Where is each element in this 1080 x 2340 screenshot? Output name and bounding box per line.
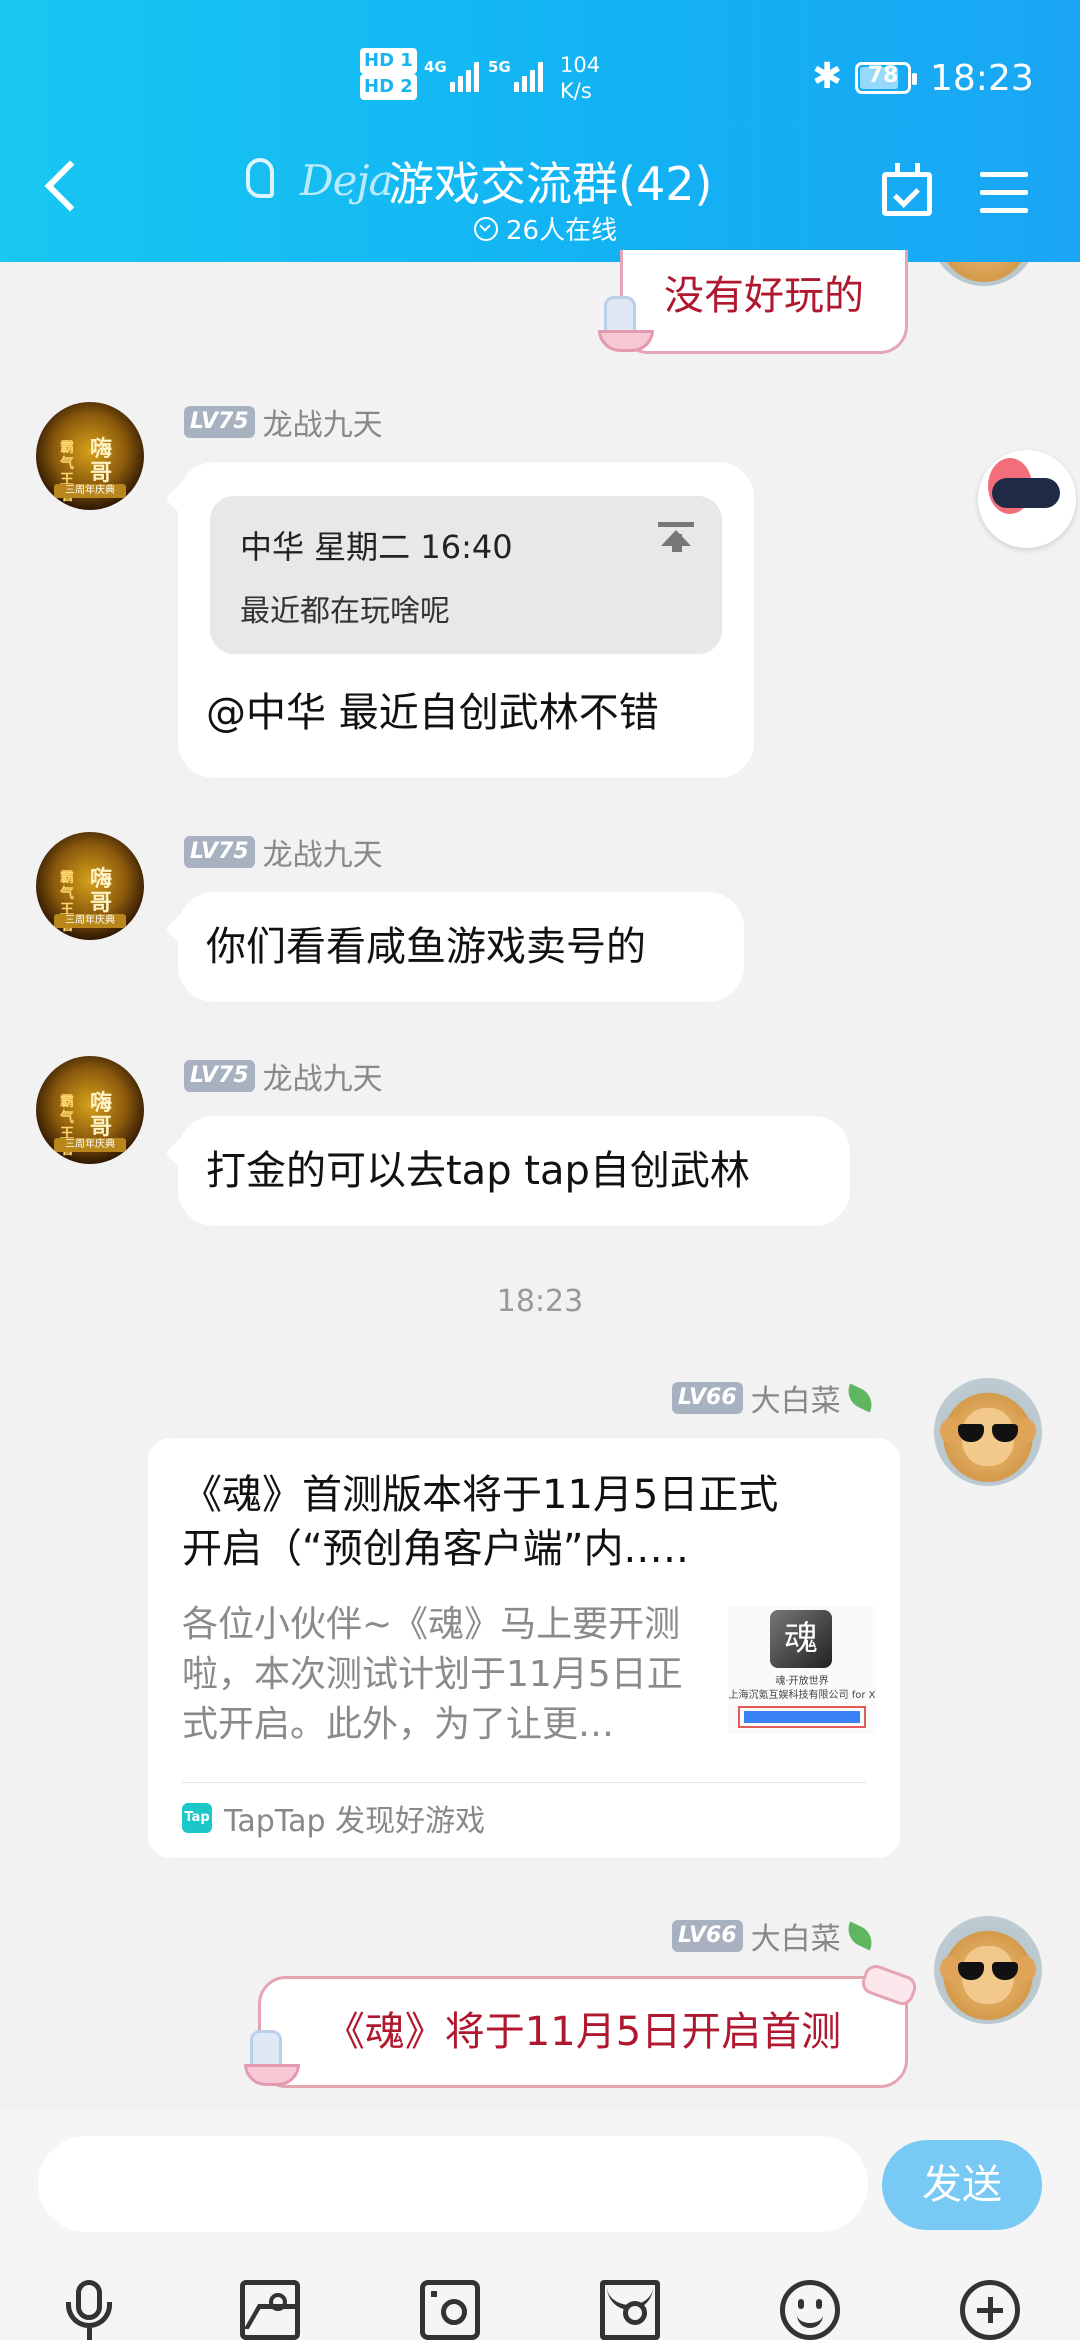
group-title[interactable]: 游戏交流群(42) bbox=[388, 148, 712, 214]
speed-value: 104 bbox=[560, 53, 601, 77]
avatar[interactable]: 霸气王者 嗨哥 三周年庆典 bbox=[36, 402, 144, 510]
network-speed: 104 K/s bbox=[560, 52, 600, 104]
sender-name[interactable]: 大白菜 bbox=[751, 1914, 841, 1958]
status-bar: HD 1 HD 2 4G 5G 104 K/s ✱ 78 18:23 bbox=[0, 0, 1080, 150]
leaf-icon bbox=[842, 1383, 878, 1413]
sticker-message-bubble[interactable]: 没有好玩的 bbox=[620, 250, 908, 354]
group-logo: Deja bbox=[300, 156, 394, 205]
message-text: 打金的可以去tap tap自创武林 bbox=[206, 1148, 750, 1194]
sender-name[interactable]: 大白菜 bbox=[751, 1376, 841, 1420]
net1-label: 4G bbox=[424, 58, 447, 76]
avatar[interactable]: 霸气王者 嗨哥 三周年庆典 bbox=[36, 832, 144, 940]
back-icon[interactable] bbox=[44, 160, 96, 212]
sender-name[interactable]: 龙战九天 bbox=[263, 830, 383, 874]
quoted-message[interactable]: 中华 星期二 16:40 最近都在玩啥呢 bbox=[210, 496, 722, 654]
sticker-decoration-icon bbox=[244, 2026, 300, 2088]
quote-text: 最近都在玩啥呢 bbox=[240, 594, 450, 629]
sender-row: LV66 大白菜 bbox=[672, 1914, 878, 1958]
speed-unit: K/s bbox=[560, 79, 592, 103]
card-source: Tap TapTap 发现好游戏 bbox=[182, 1796, 485, 1840]
level-badge: LV66 bbox=[672, 1382, 743, 1414]
card-title: 《魂》首测版本将于11月5日正式 开启（“预创角客户端”内.…. bbox=[182, 1472, 779, 1572]
sticker-message-bubble[interactable]: 《魂》将于11月5日开启首测 bbox=[258, 1976, 908, 2088]
bluetooth-icon: ✱ bbox=[812, 56, 843, 97]
hd2-label: HD 2 bbox=[360, 74, 417, 100]
quote-header: 中华 星期二 16:40 bbox=[240, 528, 513, 566]
message-text: 《魂》将于11月5日开启首测 bbox=[324, 2009, 842, 2055]
image-icon[interactable] bbox=[240, 2280, 300, 2340]
source-label: TapTap 发现好游戏 bbox=[224, 1804, 486, 1839]
avatar-banner-text: 三周年庆典 bbox=[54, 914, 126, 928]
avatar-banner-text: 三周年庆典 bbox=[54, 1138, 126, 1152]
message-text: 你们看看咸鱼游戏卖号的 bbox=[206, 924, 646, 970]
avatar[interactable]: 霸气王者 嗨哥 三周年庆典 bbox=[36, 1056, 144, 1164]
level-badge: LV75 bbox=[184, 836, 255, 868]
sticker-decoration-icon bbox=[598, 292, 654, 354]
sender-row: LV66 大白菜 bbox=[672, 1376, 878, 1420]
emoji-icon[interactable] bbox=[780, 2280, 840, 2340]
red-packet-icon[interactable] bbox=[600, 2280, 660, 2340]
battery-level: 78 bbox=[867, 63, 899, 88]
avatar[interactable] bbox=[934, 1378, 1042, 1486]
level-badge: LV66 bbox=[672, 1920, 743, 1952]
message-text: @中华 最近自创武林不错 bbox=[206, 690, 659, 736]
avatar-big-text: 嗨哥 bbox=[89, 437, 112, 486]
signal-4g-icon: 4G bbox=[424, 58, 482, 92]
avatar-big-text: 嗨哥 bbox=[89, 1091, 112, 1140]
hd-indicators: HD 1 HD 2 bbox=[360, 48, 421, 100]
game-logo: 魂 bbox=[770, 1610, 832, 1668]
camera-icon[interactable] bbox=[420, 2280, 480, 2340]
view-in-taptap-button bbox=[738, 1706, 866, 1728]
online-count-label: 26人在线 bbox=[506, 216, 618, 246]
taptap-icon: Tap bbox=[182, 1803, 212, 1833]
leaf-icon bbox=[842, 1921, 878, 1951]
sender-name[interactable]: 龙战九天 bbox=[263, 1054, 383, 1098]
message-input[interactable] bbox=[38, 2136, 868, 2232]
avatar-banner-text: 三周年庆典 bbox=[54, 484, 126, 498]
send-button[interactable]: 发送 bbox=[882, 2140, 1042, 2230]
thumb-line2: 上海沉氪互娱科技有限公司 for X bbox=[728, 1690, 876, 1701]
chevron-down-icon bbox=[474, 216, 498, 241]
microphone-icon[interactable] bbox=[60, 2280, 120, 2340]
share-card[interactable]: 《魂》首测版本将于11月5日正式 开启（“预创角客户端”内.…. 各位小伙伴~《… bbox=[148, 1438, 900, 1858]
net2-label: 5G bbox=[488, 58, 511, 76]
sender-row: LV75 龙战九天 bbox=[184, 400, 383, 444]
level-badge: LV75 bbox=[184, 406, 255, 438]
earpiece-icon[interactable] bbox=[246, 158, 274, 198]
plus-icon[interactable] bbox=[960, 2280, 1020, 2340]
clock: 18:23 bbox=[930, 58, 1034, 99]
thumb-line1: 魂·开放世界 bbox=[775, 1676, 829, 1687]
sender-row: LV75 龙战九天 bbox=[184, 830, 383, 874]
online-count[interactable]: 26人在线 bbox=[474, 210, 617, 247]
message-bubble[interactable]: 打金的可以去tap tap自创武林 bbox=[178, 1116, 850, 1226]
card-description: 各位小伙伴~《魂》马上要开测 啦，本次测试计划于11月5日正 式开启。此外，为了… bbox=[182, 1604, 683, 1745]
signal-5g-icon: 5G bbox=[488, 58, 546, 92]
menu-icon[interactable] bbox=[980, 172, 1028, 226]
card-thumbnail: 魂 魂·开放世界 上海沉氪互娱科技有限公司 for X bbox=[728, 1606, 876, 1734]
message-bubble[interactable]: 你们看看咸鱼游戏卖号的 bbox=[178, 892, 744, 1002]
floating-assistant-icon[interactable] bbox=[978, 450, 1076, 548]
message-text: 没有好玩的 bbox=[664, 273, 864, 319]
divider bbox=[182, 1782, 866, 1783]
avatar-big-text: 嗨哥 bbox=[89, 867, 112, 916]
sender-row: LV75 龙战九天 bbox=[184, 1054, 383, 1098]
input-bar: 发送 bbox=[0, 2110, 1080, 2340]
chat-header: HD 1 HD 2 4G 5G 104 K/s ✱ 78 18:23 Deja … bbox=[0, 0, 1080, 262]
level-badge: LV75 bbox=[184, 1060, 255, 1092]
message-bubble[interactable]: 中华 星期二 16:40 最近都在玩啥呢 @中华 最近自创武林不错 bbox=[178, 462, 754, 778]
avatar[interactable] bbox=[934, 1916, 1042, 2024]
sender-name[interactable]: 龙战九天 bbox=[263, 400, 383, 444]
time-divider: 18:23 bbox=[496, 1284, 584, 1319]
hd1-label: HD 1 bbox=[360, 48, 417, 74]
calendar-check-icon[interactable] bbox=[882, 163, 932, 216]
battery-icon: 78 bbox=[855, 62, 917, 94]
